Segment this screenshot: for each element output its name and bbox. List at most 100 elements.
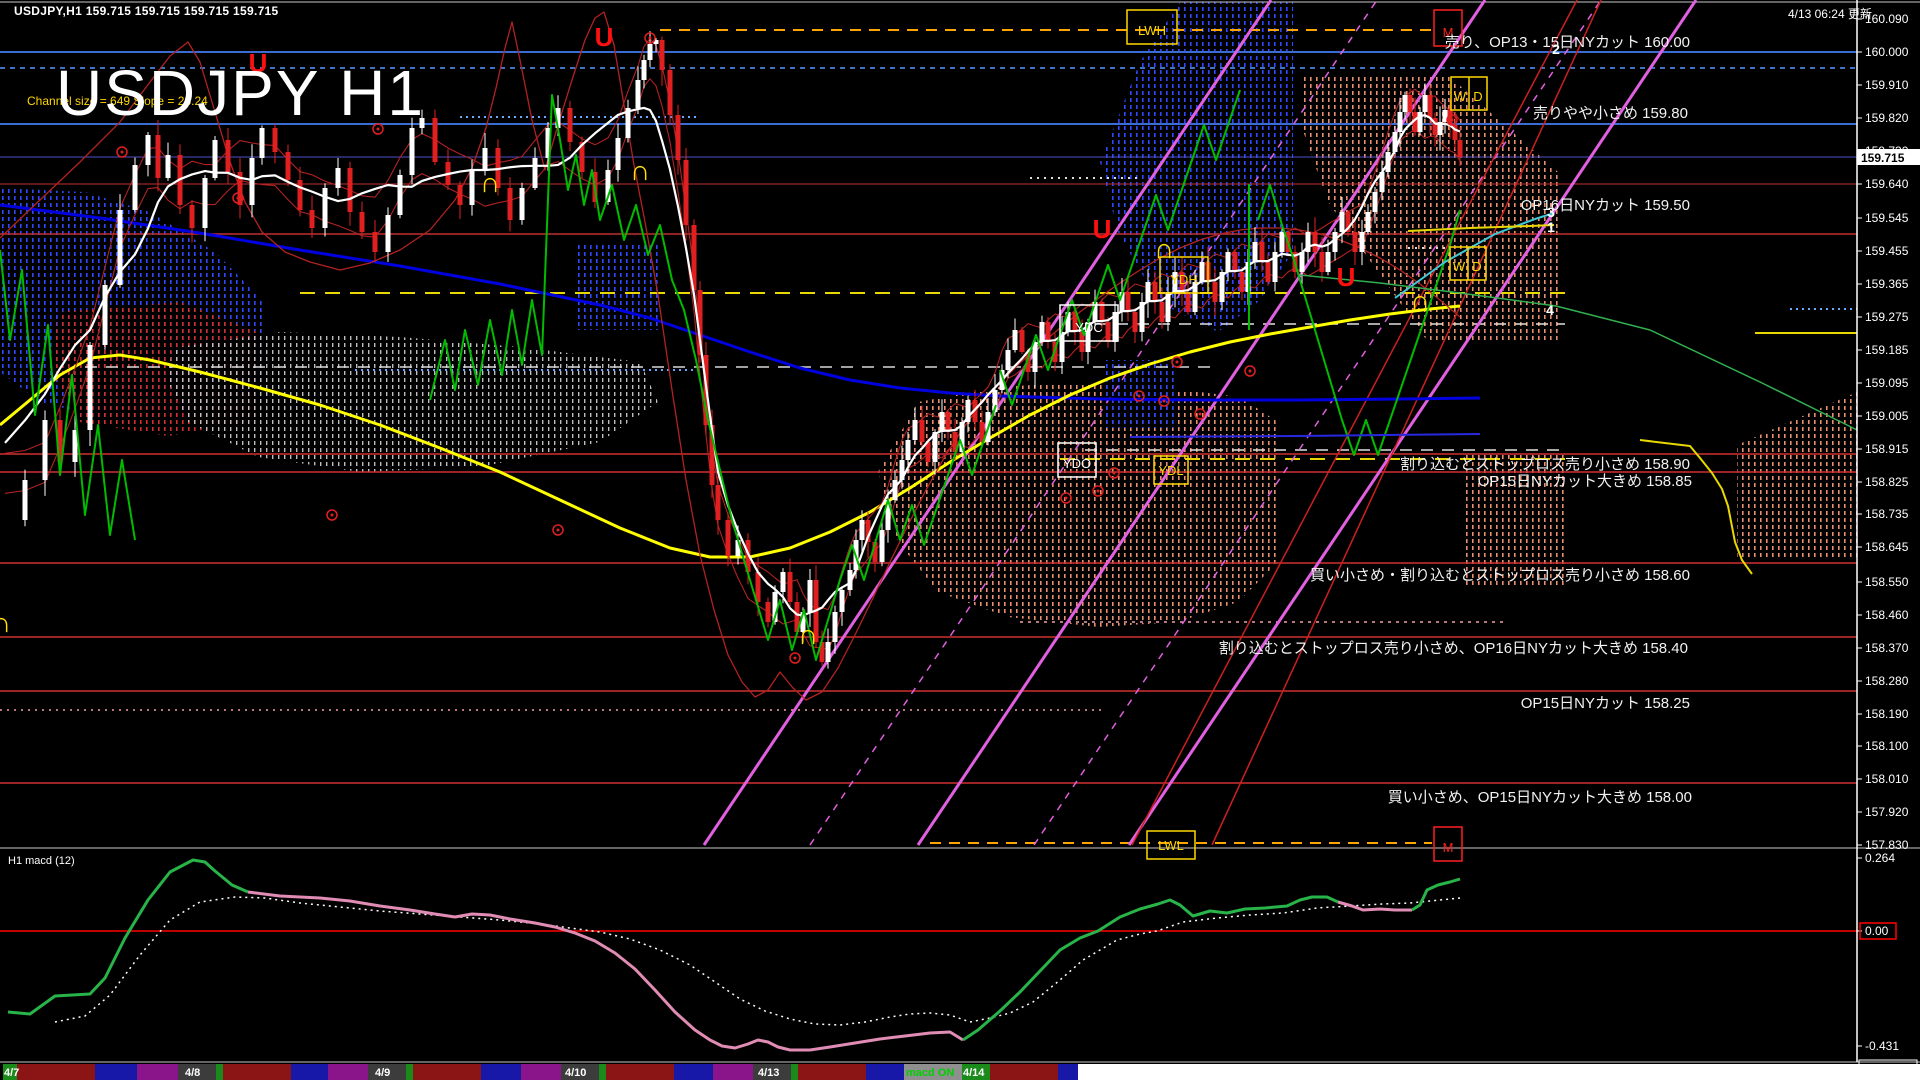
timeline-segment [0, 1064, 3, 1080]
candle-body [940, 412, 945, 432]
candle-body [226, 140, 231, 172]
update-timestamp: 4/13 06:24 更新 [1788, 5, 1872, 22]
candle-body [1373, 192, 1378, 212]
candle-body [684, 160, 689, 225]
candle-body [1046, 322, 1051, 342]
timeline-segment [606, 1064, 674, 1080]
price-axis-tick-label: 158.190 [1865, 707, 1909, 721]
candle-body [860, 520, 865, 540]
candle-body [1020, 330, 1025, 352]
level-label-text: YDL [1158, 463, 1183, 478]
candle-body [1340, 212, 1345, 232]
buy-marker-icon: ∩ [0, 607, 11, 638]
price-axis-tick-label: 159.640 [1865, 177, 1909, 191]
price-level-annotation: 売り、OP13・15日NYカット 160.00 [1445, 34, 1690, 51]
price-axis-tick-label: 159.275 [1865, 310, 1909, 324]
candle-body [1040, 322, 1045, 342]
macd-signal-line [55, 897, 1460, 1025]
price-level-annotation: OP15日NYカット大きめ 158.85 [1478, 473, 1692, 490]
price-level-annotation: 買い小さめ、OP15日NYカット大きめ 158.00 [1388, 789, 1692, 806]
price-level-annotation: OP16日NYカット 159.50 [1521, 197, 1690, 214]
candle-body [1126, 292, 1131, 312]
timeline-date-label: 4/14 [963, 1067, 985, 1079]
timeline-date-label: 4/7 [4, 1067, 19, 1079]
candle-body [1133, 312, 1138, 332]
timeline-segment [95, 1064, 137, 1080]
candle-body [906, 440, 911, 460]
candle-body [1428, 95, 1433, 118]
candle-body [826, 642, 831, 662]
signal-circle-dot [1199, 413, 1202, 416]
candle-body [146, 135, 151, 165]
timeline-date-label: macd ON [906, 1067, 954, 1079]
candle-body [286, 152, 291, 180]
candle-body [23, 480, 28, 520]
wave-count-label: 4 [1546, 302, 1554, 318]
candle-body [398, 175, 403, 215]
price-axis-tick-label: 159.545 [1865, 211, 1909, 225]
buy-marker-icon: ∩ [1154, 233, 1174, 264]
candle-body [1260, 242, 1265, 262]
candle-body [642, 60, 647, 80]
signal-circle-dot [557, 529, 560, 532]
level-label-text: D [1472, 259, 1481, 274]
timeline-segment [481, 1064, 521, 1080]
macd-axis-tick-label: 0.00 [1865, 924, 1889, 938]
level-label-text: YDC [1075, 320, 1102, 335]
timeline-segment [216, 1064, 223, 1080]
candle-body [1106, 322, 1111, 342]
candle-body [273, 128, 278, 152]
level-label-text: YDH [1170, 272, 1197, 287]
buy-marker-icon: ∩ [1410, 285, 1430, 316]
price-axis-tick-label: 159.455 [1865, 244, 1909, 258]
macd-main-line [8, 860, 248, 1014]
candle-body [726, 520, 731, 556]
signal-circle-dot [121, 151, 124, 154]
candle-body [766, 602, 771, 622]
price-level-annotation: 割り込むとストップロス売り小さめ 158.90 [1400, 456, 1690, 473]
candle-body [1266, 262, 1271, 282]
pivot-line [1300, 275, 1857, 430]
candle-body [808, 580, 813, 612]
candle-body [660, 40, 665, 70]
candle-body [260, 128, 265, 158]
candle-body [348, 168, 353, 212]
candle-body [203, 178, 208, 228]
candle-body [458, 185, 463, 205]
candle-body [1313, 232, 1318, 252]
price-axis-tick-label: 158.825 [1865, 475, 1909, 489]
timeline-segment [599, 1064, 606, 1080]
price-axis-tick-label: 159.910 [1865, 78, 1909, 92]
candle-body [298, 180, 303, 210]
candle-body [360, 212, 365, 232]
symbol-ohlc-title: USDJPY,H1 159.715 159.715 159.715 159.71… [14, 4, 279, 18]
chart-canvas[interactable]: LWHMWDYDHWDYDCYDOYDLLWLMUUUU∩∩∩∩∩∩2314売り… [0, 0, 1920, 1080]
candle-body [88, 345, 93, 430]
candle-body [1280, 232, 1285, 252]
sell-marker-icon: U [1337, 262, 1356, 292]
candle-body [1233, 252, 1238, 272]
candle-body [310, 210, 315, 228]
timeline-segment [406, 1064, 413, 1080]
candle-body [1186, 292, 1191, 312]
ichimoku-cloud [1103, 360, 1175, 428]
candle-body [1408, 95, 1413, 112]
sell-marker-icon: U [595, 22, 614, 52]
level-label-text: LWL [1158, 838, 1184, 853]
timeline-segment [413, 1064, 481, 1080]
candle-body [1213, 282, 1218, 302]
level-label-text: D [1473, 89, 1482, 104]
candle-body [1366, 212, 1371, 232]
candle-body [920, 420, 925, 442]
candle-body [386, 215, 391, 252]
candle-body [166, 155, 171, 178]
candle-body [1326, 252, 1331, 272]
price-axis-tick-label: 158.915 [1865, 442, 1909, 456]
candle-body [250, 158, 255, 205]
price-axis-tick-label: 159.365 [1865, 277, 1909, 291]
price-axis-tick-label: 157.920 [1865, 805, 1909, 819]
candle-body [520, 188, 525, 220]
candle-body [880, 530, 885, 562]
buy-marker-icon: ∩ [798, 619, 818, 650]
candle-body [1146, 282, 1151, 302]
